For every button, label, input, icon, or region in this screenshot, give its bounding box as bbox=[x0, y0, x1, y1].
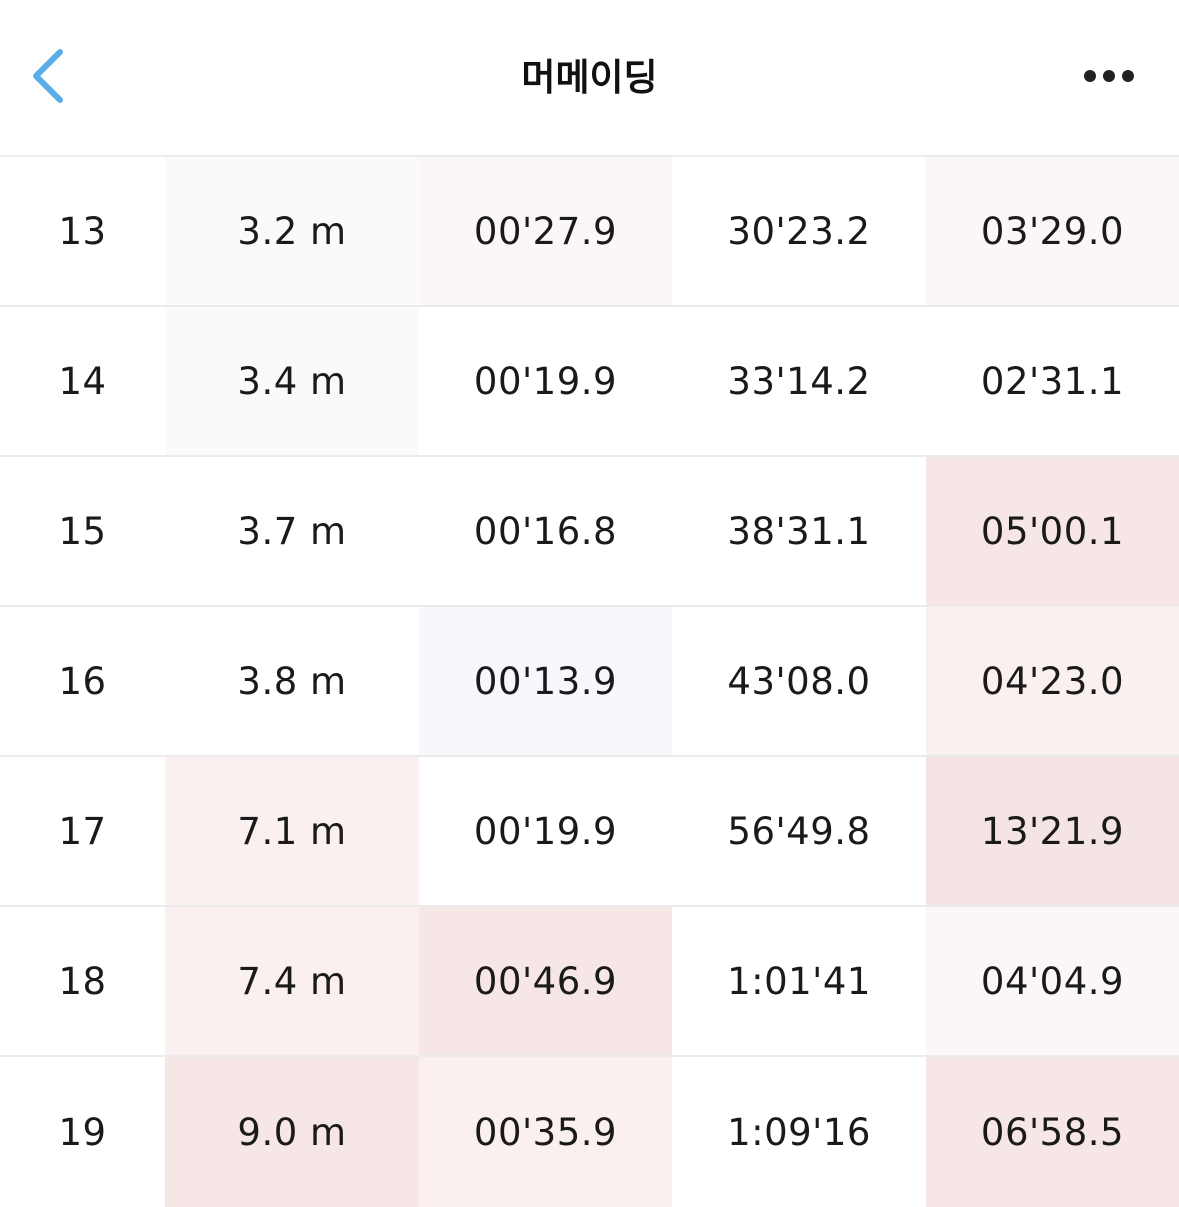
total-time-cell: 1:01'41 bbox=[672, 907, 926, 1055]
distance-cell: 3.8 m bbox=[165, 607, 419, 755]
rest-time-cell: 03'29.0 bbox=[926, 157, 1179, 305]
top-nav-bar: 머메이딩 bbox=[0, 0, 1179, 157]
page-title: 머메이딩 bbox=[521, 56, 658, 99]
split-cell: 00'46.9 bbox=[419, 907, 672, 1055]
distance-cell: 3.4 m bbox=[165, 307, 419, 455]
table-row: 15 3.7 m 00'16.8 38'31.1 05'00.1 bbox=[0, 457, 1179, 607]
more-options-button[interactable] bbox=[1079, 52, 1139, 100]
rest-time-cell: 06'58.5 bbox=[926, 1057, 1179, 1207]
split-cell: 00'27.9 bbox=[419, 157, 672, 305]
total-time-cell: 38'31.1 bbox=[672, 457, 926, 605]
lap-number: 15 bbox=[0, 457, 165, 605]
split-cell: 00'19.9 bbox=[419, 757, 672, 905]
lap-number: 18 bbox=[0, 907, 165, 1055]
rest-time-cell: 04'04.9 bbox=[926, 907, 1179, 1055]
total-time-cell: 43'08.0 bbox=[672, 607, 926, 755]
total-time-cell: 33'14.2 bbox=[672, 307, 926, 455]
split-cell: 00'13.9 bbox=[419, 607, 672, 755]
table-row: 17 7.1 m 00'19.9 56'49.8 13'21.9 bbox=[0, 757, 1179, 907]
rest-time-cell: 05'00.1 bbox=[926, 457, 1179, 605]
table-row: 18 7.4 m 00'46.9 1:01'41 04'04.9 bbox=[0, 907, 1179, 1057]
lap-number: 13 bbox=[0, 157, 165, 305]
distance-cell: 9.0 m bbox=[165, 1057, 419, 1207]
table-row: 16 3.8 m 00'13.9 43'08.0 04'23.0 bbox=[0, 607, 1179, 757]
total-time-cell: 1:09'16 bbox=[672, 1057, 926, 1207]
rest-time-cell: 02'31.1 bbox=[926, 307, 1179, 455]
total-time-cell: 56'49.8 bbox=[672, 757, 926, 905]
split-cell: 00'19.9 bbox=[419, 307, 672, 455]
more-horizontal-icon bbox=[1084, 70, 1134, 82]
lap-number: 19 bbox=[0, 1057, 165, 1207]
split-cell: 00'35.9 bbox=[419, 1057, 672, 1207]
distance-cell: 7.1 m bbox=[165, 757, 419, 905]
rest-time-cell: 13'21.9 bbox=[926, 757, 1179, 905]
split-cell: 00'16.8 bbox=[419, 457, 672, 605]
table-row: 19 9.0 m 00'35.9 1:09'16 06'58.5 bbox=[0, 1057, 1179, 1207]
table-row: 14 3.4 m 00'19.9 33'14.2 02'31.1 bbox=[0, 307, 1179, 457]
total-time-cell: 30'23.2 bbox=[672, 157, 926, 305]
lap-number: 17 bbox=[0, 757, 165, 905]
lap-number: 16 bbox=[0, 607, 165, 755]
table-row: 13 3.2 m 00'27.9 30'23.2 03'29.0 bbox=[0, 157, 1179, 307]
lap-table: 13 3.2 m 00'27.9 30'23.2 03'29.0 14 3.4 … bbox=[0, 157, 1179, 1207]
rest-time-cell: 04'23.0 bbox=[926, 607, 1179, 755]
lap-number: 14 bbox=[0, 307, 165, 455]
distance-cell: 7.4 m bbox=[165, 907, 419, 1055]
distance-cell: 3.2 m bbox=[165, 157, 419, 305]
distance-cell: 3.7 m bbox=[165, 457, 419, 605]
